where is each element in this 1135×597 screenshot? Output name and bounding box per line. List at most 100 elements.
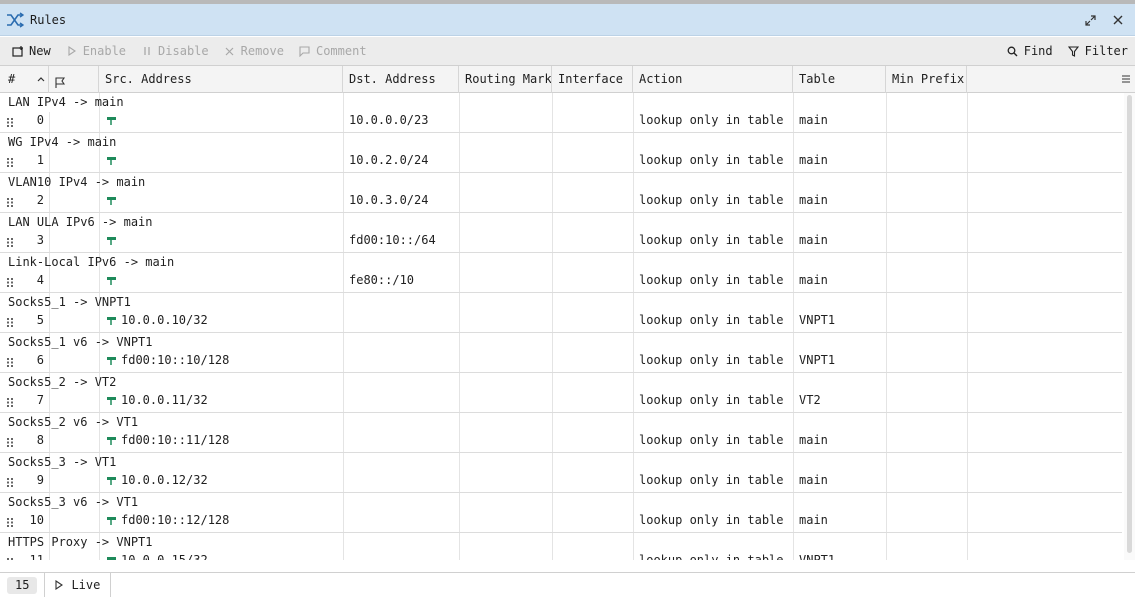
src-address-cell: 10.0.0.12/32	[121, 473, 208, 487]
row-comment: HTTPS Proxy -> VNPT1	[8, 535, 153, 549]
sort-ascending-icon	[37, 66, 45, 92]
remove-button-label: Remove	[240, 44, 284, 58]
close-icon[interactable]	[1110, 12, 1126, 28]
column-header-src-address[interactable]: Src. Address	[99, 66, 343, 93]
action-cell: lookup only in table	[639, 313, 784, 327]
window-title: Rules	[30, 12, 67, 27]
drag-handle-icon[interactable]	[7, 476, 13, 487]
table-cell: main	[799, 273, 828, 287]
drag-handle-icon[interactable]	[7, 316, 13, 327]
src-address-flag-icon	[106, 475, 117, 486]
drag-handle-icon[interactable]	[7, 116, 13, 127]
table-row[interactable]: Socks5_3 -> VT1 9 10.0.0.12/32 lookup only …	[0, 453, 1122, 493]
table-cell: main	[799, 433, 828, 447]
table-row[interactable]: Socks5_2 v6 -> VT1 8 fd00:10::11/128 lookup…	[0, 413, 1122, 453]
row-number: 3	[36, 233, 44, 247]
table-row[interactable]: WG IPv4 -> main 1 10.0.2.0/24 lookup only i…	[0, 133, 1122, 173]
table-cell: main	[799, 513, 828, 527]
drag-handle-icon[interactable]	[7, 556, 13, 560]
column-header-dst-address[interactable]: Dst. Address	[343, 66, 459, 93]
drag-handle-icon[interactable]	[7, 516, 13, 527]
drag-handle-icon[interactable]	[7, 436, 13, 447]
column-header-action[interactable]: Action	[633, 66, 793, 93]
column-menu-icon[interactable]	[1121, 72, 1131, 86]
row-comment: VLAN10 IPv4 -> main	[8, 175, 146, 189]
filter-icon	[1067, 44, 1081, 58]
table-cell: main	[799, 113, 828, 127]
expand-icon[interactable]	[1082, 12, 1098, 28]
column-header-table[interactable]: Table	[793, 66, 886, 93]
play-icon	[65, 44, 79, 58]
src-address-flag-icon	[106, 155, 117, 166]
src-address-cell: fd00:10::12/128	[121, 513, 230, 527]
row-number: 5	[36, 313, 44, 327]
action-cell: lookup only in table	[639, 113, 784, 127]
table-row[interactable]: Socks5_2 -> VT2 7 10.0.0.11/32 lookup only …	[0, 373, 1122, 413]
toolbar: New Enable Disable Remove Comment Find F…	[0, 37, 1135, 66]
table-header: # Src. Address Dst. Address Routing Mark…	[0, 66, 1135, 93]
filter-button-label: Filter	[1084, 44, 1128, 58]
src-address-flag-icon	[106, 315, 117, 326]
table-row[interactable]: LAN IPv4 -> main 0 10.0.0.0/23 lookup only …	[0, 93, 1122, 133]
column-header-routing-mark[interactable]: Routing Mark	[459, 66, 552, 93]
find-button-label: Find	[1023, 44, 1053, 58]
status-bar: 15 Live	[0, 572, 1135, 597]
drag-handle-icon[interactable]	[7, 396, 13, 407]
enable-button[interactable]: Enable	[58, 37, 133, 65]
remove-button[interactable]: Remove	[216, 37, 291, 65]
table-row[interactable]: VLAN10 IPv4 -> main 2 10.0.3.0/24 lookup on…	[0, 173, 1122, 213]
row-comment: Link-Local IPv6 -> main	[8, 255, 175, 269]
column-header-min-prefix[interactable]: Min Prefix	[886, 66, 967, 93]
column-header-interface[interactable]: Interface	[552, 66, 633, 93]
row-comment: LAN IPv4 -> main	[8, 95, 124, 109]
action-cell: lookup only in table	[639, 353, 784, 367]
table-row[interactable]: HTTPS Proxy -> VNPT1 11 10.0.0.15/32 lookup…	[0, 533, 1122, 560]
new-button[interactable]: New	[0, 37, 58, 65]
pause-icon	[140, 44, 154, 58]
src-address-flag-icon	[106, 515, 117, 526]
row-number: 10	[29, 513, 44, 527]
src-address-flag-icon	[106, 355, 117, 366]
row-number: 8	[36, 433, 44, 447]
row-number: 1	[36, 153, 44, 167]
table-cell: main	[799, 233, 828, 247]
table-cell: main	[799, 153, 828, 167]
drag-handle-icon[interactable]	[7, 356, 13, 367]
row-comment: Socks5_2 -> VT2	[8, 375, 117, 389]
drag-handle-icon[interactable]	[7, 156, 13, 167]
table-row[interactable]: Socks5_3 v6 -> VT1 10 fd00:10::12/128 looku…	[0, 493, 1122, 533]
src-address-flag-icon	[106, 435, 117, 446]
drag-handle-icon[interactable]	[7, 276, 13, 287]
dst-address-cell: fe80::/10	[349, 273, 415, 287]
src-address-cell: fd00:10::10/128	[121, 353, 230, 367]
vertical-scrollbar[interactable]	[1124, 93, 1135, 560]
column-header-flag[interactable]	[49, 66, 99, 93]
row-comment: LAN ULA IPv6 -> main	[8, 215, 153, 229]
src-address-cell: 10.0.0.15/32	[121, 553, 208, 560]
disable-button[interactable]: Disable	[133, 37, 216, 65]
src-address-flag-icon	[106, 195, 117, 206]
live-button[interactable]: Live	[44, 572, 112, 597]
action-cell: lookup only in table	[639, 553, 784, 560]
row-number: 2	[36, 193, 44, 207]
drag-handle-icon[interactable]	[7, 196, 13, 207]
table-row[interactable]: Socks5_1 v6 -> VNPT1 6 fd00:10::10/128 look…	[0, 333, 1122, 373]
new-window-icon	[11, 44, 25, 58]
src-address-flag-icon	[106, 555, 117, 560]
window-titlebar[interactable]: Rules	[0, 4, 1135, 36]
column-header-num[interactable]: #	[0, 66, 49, 93]
drag-handle-icon[interactable]	[7, 236, 13, 247]
scrollbar-thumb[interactable]	[1127, 95, 1132, 553]
table-row[interactable]: LAN ULA IPv6 -> main 3 fd00:10::/64 lookup …	[0, 213, 1122, 253]
search-icon	[1006, 44, 1020, 58]
find-button[interactable]: Find	[999, 37, 1060, 65]
comment-button[interactable]: Comment	[291, 37, 374, 65]
table-cell: main	[799, 473, 828, 487]
filter-button[interactable]: Filter	[1060, 37, 1135, 65]
row-comment: Socks5_1 v6 -> VNPT1	[8, 335, 153, 349]
table-row[interactable]: Link-Local IPv6 -> main 4 fe80::/10 lookup …	[0, 253, 1122, 293]
table-row[interactable]: Socks5_1 -> VNPT1 5 10.0.0.10/32 lookup onl…	[0, 293, 1122, 333]
action-cell: lookup only in table	[639, 153, 784, 167]
row-number: 11	[29, 553, 44, 560]
new-button-label: New	[29, 44, 51, 58]
